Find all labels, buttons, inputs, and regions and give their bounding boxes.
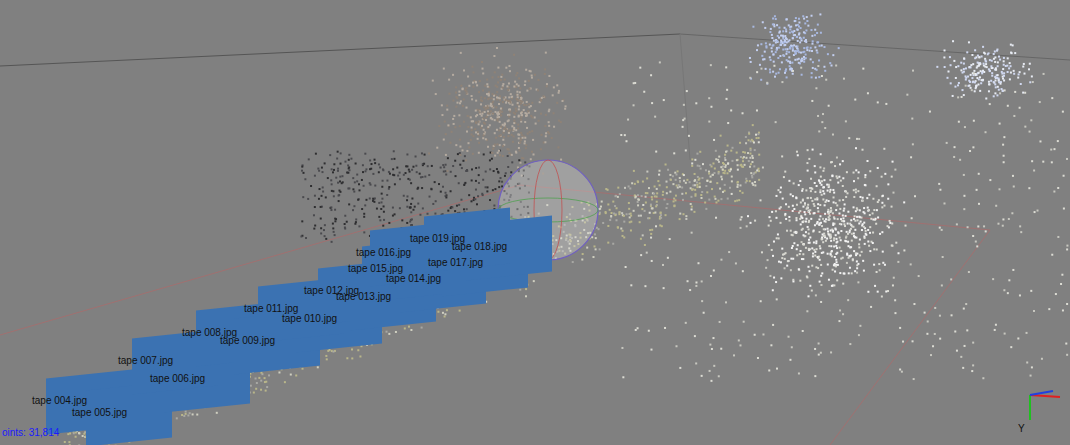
camera-label: tape 007.jpg xyxy=(118,356,173,366)
axis-label: Y xyxy=(1018,424,1025,434)
camera-label: tape 009.jpg xyxy=(220,336,275,346)
status-text: oints: 31,814 xyxy=(2,428,59,438)
camera-label: tape 006.jpg xyxy=(150,374,205,384)
point-cloud-viewport[interactable]: tape 004.jpg tape 005.jpg tape 006.jpg tape… xyxy=(0,0,1070,445)
axis-gizmo-icon xyxy=(1015,385,1065,425)
camera-label: tape 014.jpg xyxy=(386,274,441,284)
camera-label: tape 005.jpg xyxy=(72,408,127,418)
camera-label: tape 013.jpg xyxy=(336,292,391,302)
camera-label: tape 017.jpg xyxy=(428,258,483,268)
camera-label: tape 010.jpg xyxy=(282,314,337,324)
camera-label: tape 004.jpg xyxy=(32,396,87,406)
camera-label: tape 011.jpg xyxy=(244,304,298,314)
camera-label: tape 015.jpg xyxy=(348,264,403,274)
camera-label: tape 016.jpg xyxy=(356,248,411,258)
camera-label: tape 019.jpg xyxy=(410,234,465,244)
